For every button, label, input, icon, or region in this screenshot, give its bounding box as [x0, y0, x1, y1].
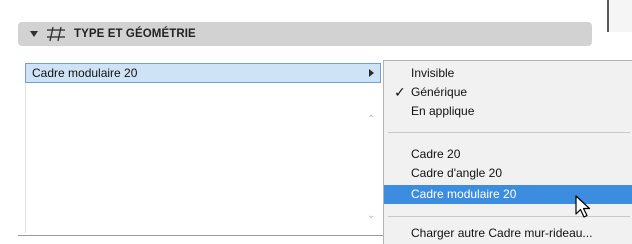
mouse-pointer-icon [575, 195, 591, 218]
menu-item-label: Charger autre Cadre mur-rideau... [411, 226, 593, 240]
frame-type-value: Cadre modulaire 20 [32, 66, 138, 80]
menu-item-label: Cadre modulaire 20 [411, 187, 517, 201]
curtain-wall-grid-icon [47, 26, 65, 42]
menu-item-label: Cadre 20 [411, 147, 461, 161]
menu-item-label: Cadre d'angle 20 [411, 166, 503, 180]
submenu-arrow-icon [369, 69, 374, 77]
menu-item-generique[interactable]: ✓ Générique [384, 83, 632, 102]
scroll-down-icon[interactable]: ⌄ [367, 210, 375, 221]
frame-type-dropdown[interactable]: Cadre modulaire 20 [25, 63, 381, 83]
menu-item-cadre-angle-20[interactable]: Cadre d'angle 20 [384, 164, 632, 183]
panel-bottom-divider [18, 235, 388, 236]
frame-list-area [25, 83, 381, 233]
menu-item-label: Générique [411, 85, 468, 99]
menu-item-invisible[interactable]: Invisible [384, 64, 632, 83]
panel-header-type-geometry[interactable]: TYPE ET GÉOMÉTRIE [18, 22, 592, 46]
menu-item-en-applique[interactable]: En applique [384, 102, 632, 121]
scroll-up-icon[interactable]: ⌃ [367, 114, 375, 125]
chevron-down-icon[interactable] [30, 31, 38, 37]
menu-item-label: En applique [411, 104, 475, 118]
window-edge-divider [607, 0, 609, 32]
menu-item-cadre-20[interactable]: Cadre 20 [384, 145, 632, 164]
panel-title: TYPE ET GÉOMÉTRIE [74, 28, 196, 40]
checkmark-icon: ✓ [394, 84, 406, 100]
menu-separator [388, 132, 630, 133]
menu-item-load-other-frame[interactable]: Charger autre Cadre mur-rideau... [384, 224, 632, 243]
window-edge-background [609, 0, 632, 32]
menu-item-label: Invisible [411, 66, 455, 80]
